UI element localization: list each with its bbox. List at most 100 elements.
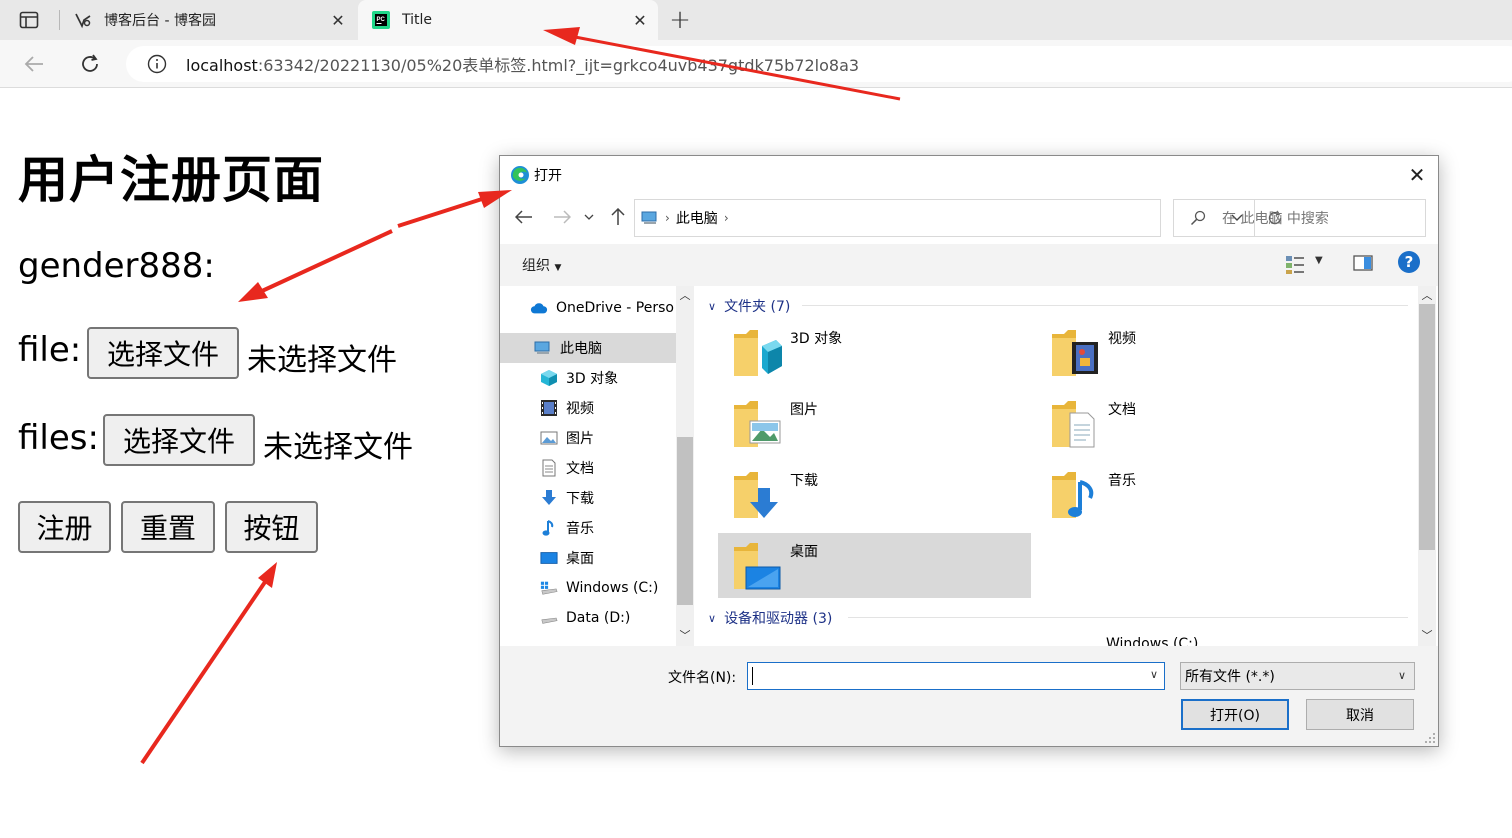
dialog-navbar: › 此电脑 › 在 此电脑 中搜索 (500, 192, 1438, 244)
nav-item-downloads[interactable]: 下载 (500, 483, 676, 513)
files-label: files: (18, 418, 99, 458)
nav-item-label: Data (D:) (566, 610, 631, 626)
navigation-pane: OneDrive - Perso 此电脑 3D 对象 视频 图片 文档 下载 音… (500, 286, 694, 646)
tab-strip: 博客后台 - 博客园 ✕ PC Title ✕ + (0, 0, 1512, 40)
nav-item-data-d[interactable]: Data (D:) (500, 603, 676, 633)
organize-menu[interactable]: 组织 ▼ (522, 255, 561, 275)
close-tab-icon[interactable]: ✕ (626, 6, 654, 34)
resize-grip-icon[interactable] (1424, 732, 1436, 744)
tab-blog-admin[interactable]: 博客后台 - 博客园 ✕ (60, 0, 356, 40)
file-status: 未选择文件 (247, 343, 397, 378)
folder-name: 桌面 (790, 544, 818, 560)
nav-item-label: 文档 (566, 461, 594, 477)
folder-name: 图片 (790, 402, 818, 418)
address-bar: localhost:63342/20221130/05%20表单标签.html?… (0, 40, 1512, 88)
forward-arrow-icon[interactable] (550, 205, 574, 229)
filename-input[interactable]: ∨ (747, 662, 1165, 690)
path-bar[interactable]: › 此电脑 › (634, 199, 1281, 237)
video-icon (1052, 330, 1098, 376)
filename-label: 文件名(N): (668, 670, 737, 686)
folders-group-header[interactable]: ∨ 文件夹 (7) (708, 296, 790, 316)
desktop-icon (540, 549, 558, 567)
url-path: :63342/20221130/05%20表单标签.html?_ijt=grkc… (257, 56, 860, 75)
plain-button[interactable]: 按钮 (225, 501, 318, 553)
drive-c-icon (540, 579, 558, 597)
path-chevron-icon: › (665, 211, 670, 225)
path-segment[interactable]: 此电脑 (676, 208, 718, 228)
close-tab-icon[interactable]: ✕ (324, 6, 352, 34)
open-button[interactable]: 打开(O) (1181, 699, 1289, 730)
register-button[interactable]: 注册 (18, 501, 111, 553)
close-icon[interactable]: ✕ (1404, 162, 1430, 188)
up-arrow-icon[interactable] (606, 205, 630, 229)
file-open-dialog: 打开 ✕ › 此电脑 › 在 此电脑 中搜索 组织 ▼ ▼ ? OneDrive… (499, 155, 1439, 747)
new-tab-icon[interactable]: + (664, 4, 696, 36)
chevron-down-icon: ∨ (708, 611, 717, 625)
folder-pictures[interactable]: 图片 (718, 391, 1031, 456)
scroll-up-icon[interactable]: ︿ (1418, 286, 1436, 304)
music-icon (1052, 472, 1094, 518)
nav-scrollbar[interactable]: ︿ ﹀ (676, 286, 694, 646)
nav-item-onedrive[interactable]: OneDrive - Perso (500, 293, 676, 323)
group-header-label: 设备和驱动器 (3) (724, 611, 833, 627)
organize-label: 组织 (522, 258, 550, 274)
url-text: localhost:63342/20221130/05%20表单标签.html?… (186, 52, 859, 76)
folder-documents[interactable]: 文档 (1036, 391, 1349, 456)
path-chevron-icon[interactable]: › (724, 211, 729, 225)
reset-button[interactable]: 重置 (121, 501, 215, 553)
picture-icon (734, 401, 781, 447)
view-options-icon[interactable] (1284, 253, 1310, 277)
scroll-up-icon[interactable]: ︿ (676, 286, 694, 304)
recent-dropdown-icon[interactable] (582, 205, 596, 229)
dialog-toolbar: 组织 ▼ ▼ ? (500, 244, 1438, 286)
nav-item-windows-c[interactable]: Windows (C:) (500, 573, 676, 603)
scroll-down-icon[interactable]: ﹀ (676, 626, 694, 644)
view-dropdown-icon[interactable]: ▼ (1315, 255, 1323, 266)
back-icon[interactable] (18, 48, 50, 80)
drive-label[interactable]: Windows (C:) (1106, 636, 1198, 646)
folder-name: 文档 (1108, 402, 1136, 418)
file-list-scrollbar[interactable]: ︿ ﹀ (1418, 286, 1436, 646)
tab-actions-icon[interactable] (16, 8, 42, 32)
chevron-down-icon: ∨ (1397, 669, 1406, 682)
drive-d-icon (540, 609, 558, 627)
nav-item-label: OneDrive - Perso (556, 300, 674, 316)
search-icon (1188, 208, 1208, 228)
cancel-button[interactable]: 取消 (1306, 699, 1414, 730)
folder-3d-objects[interactable]: 3D 对象 (718, 320, 1031, 385)
nav-item-label: 3D 对象 (566, 371, 619, 387)
search-field[interactable]: 在 此电脑 中搜索 (1173, 199, 1426, 237)
nav-item-videos[interactable]: 视频 (500, 393, 676, 423)
folder-music[interactable]: 音乐 (1036, 462, 1349, 527)
devices-group-header[interactable]: ∨ 设备和驱动器 (3) (708, 608, 832, 628)
nav-item-desktop[interactable]: 桌面 (500, 543, 676, 573)
url-host: localhost (186, 56, 258, 75)
tab-title-page[interactable]: PC Title ✕ (358, 0, 658, 40)
scroll-thumb[interactable] (677, 437, 693, 605)
nav-item-music[interactable]: 音乐 (500, 513, 676, 543)
dialog-titlebar: 打开 ✕ (500, 156, 1438, 192)
nav-item-pictures[interactable]: 图片 (500, 423, 676, 453)
video-icon (540, 399, 558, 417)
nav-item-3d-objects[interactable]: 3D 对象 (500, 363, 676, 393)
preview-pane-icon[interactable] (1352, 253, 1376, 277)
scroll-down-icon[interactable]: ﹀ (1418, 626, 1436, 644)
folder-desktop[interactable]: 桌面 (718, 533, 1031, 598)
folder-downloads[interactable]: 下载 (718, 462, 1031, 527)
choose-files-button[interactable]: 选择文件 (103, 414, 255, 466)
chevron-down-icon: ▼ (554, 263, 562, 273)
chevron-down-icon[interactable]: ∨ (1150, 668, 1158, 681)
filetype-select[interactable]: 所有文件 (*.*) ∨ (1180, 662, 1415, 690)
url-field[interactable]: localhost:63342/20221130/05%20表单标签.html?… (126, 46, 1512, 82)
reload-icon[interactable] (74, 48, 106, 80)
page-title: 用户注册页面 (18, 151, 324, 209)
folder-videos[interactable]: 视频 (1036, 320, 1349, 385)
scroll-thumb[interactable] (1419, 304, 1435, 550)
back-arrow-icon[interactable] (512, 205, 536, 229)
pycharm-icon: PC (372, 11, 390, 29)
nav-item-this-pc[interactable]: 此电脑 (500, 333, 676, 363)
help-icon[interactable]: ? (1398, 251, 1420, 273)
nav-item-documents[interactable]: 文档 (500, 453, 676, 483)
site-info-icon[interactable] (146, 53, 168, 75)
choose-file-button[interactable]: 选择文件 (87, 327, 239, 379)
